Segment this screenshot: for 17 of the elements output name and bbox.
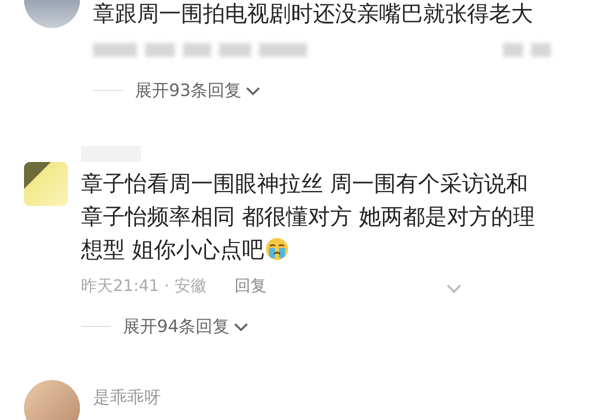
- reply-link[interactable]: 回复: [234, 276, 266, 296]
- avatar-photo-placeholder[interactable]: [24, 380, 80, 420]
- redacted-block: [503, 43, 523, 57]
- blurred-avatar[interactable]: [24, 162, 68, 206]
- redacted-block: [93, 43, 137, 57]
- chevron-down-icon: [246, 86, 260, 96]
- redacted-block: [183, 43, 211, 57]
- comment-text: 章子怡看周一围眼神拉丝 周一围有个采访说和章子怡频率相同 都很懂对方 她两都是对方的理想型 姐你小心点吧: [81, 171, 536, 265]
- redacted-block: [145, 43, 175, 57]
- expand-replies-button[interactable]: 展开93条回复: [135, 79, 260, 102]
- expand-replies-button[interactable]: 展开94条回复: [123, 315, 248, 338]
- redacted-block: [219, 43, 251, 57]
- comment-time: 昨天21:41 · 安徽: [81, 276, 206, 296]
- redacted-block: [531, 43, 551, 57]
- comment-text: 章跟周一围拍电视剧时还没亲嘴巴就张得老大: [93, 1, 534, 29]
- redacted-block: [259, 43, 307, 57]
- chevron-down-icon: [234, 322, 248, 332]
